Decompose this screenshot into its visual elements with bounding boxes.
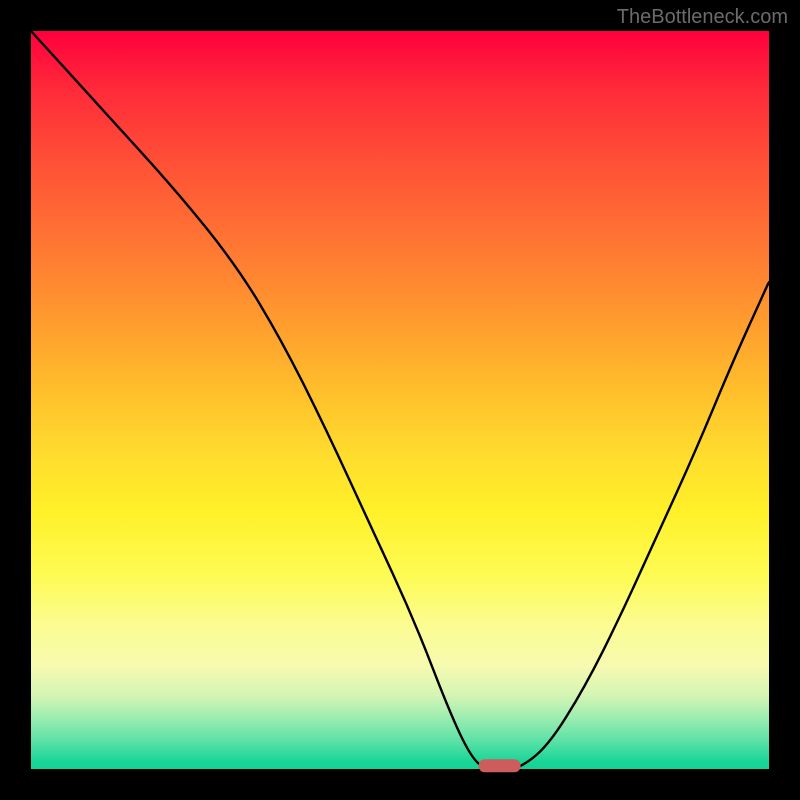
bottleneck-curve [31, 31, 769, 769]
optimal-marker [479, 759, 521, 772]
plot-area [31, 31, 769, 769]
chart-svg [31, 31, 769, 769]
attribution-text: TheBottleneck.com [617, 6, 788, 29]
chart-frame: TheBottleneck.com [0, 0, 800, 800]
